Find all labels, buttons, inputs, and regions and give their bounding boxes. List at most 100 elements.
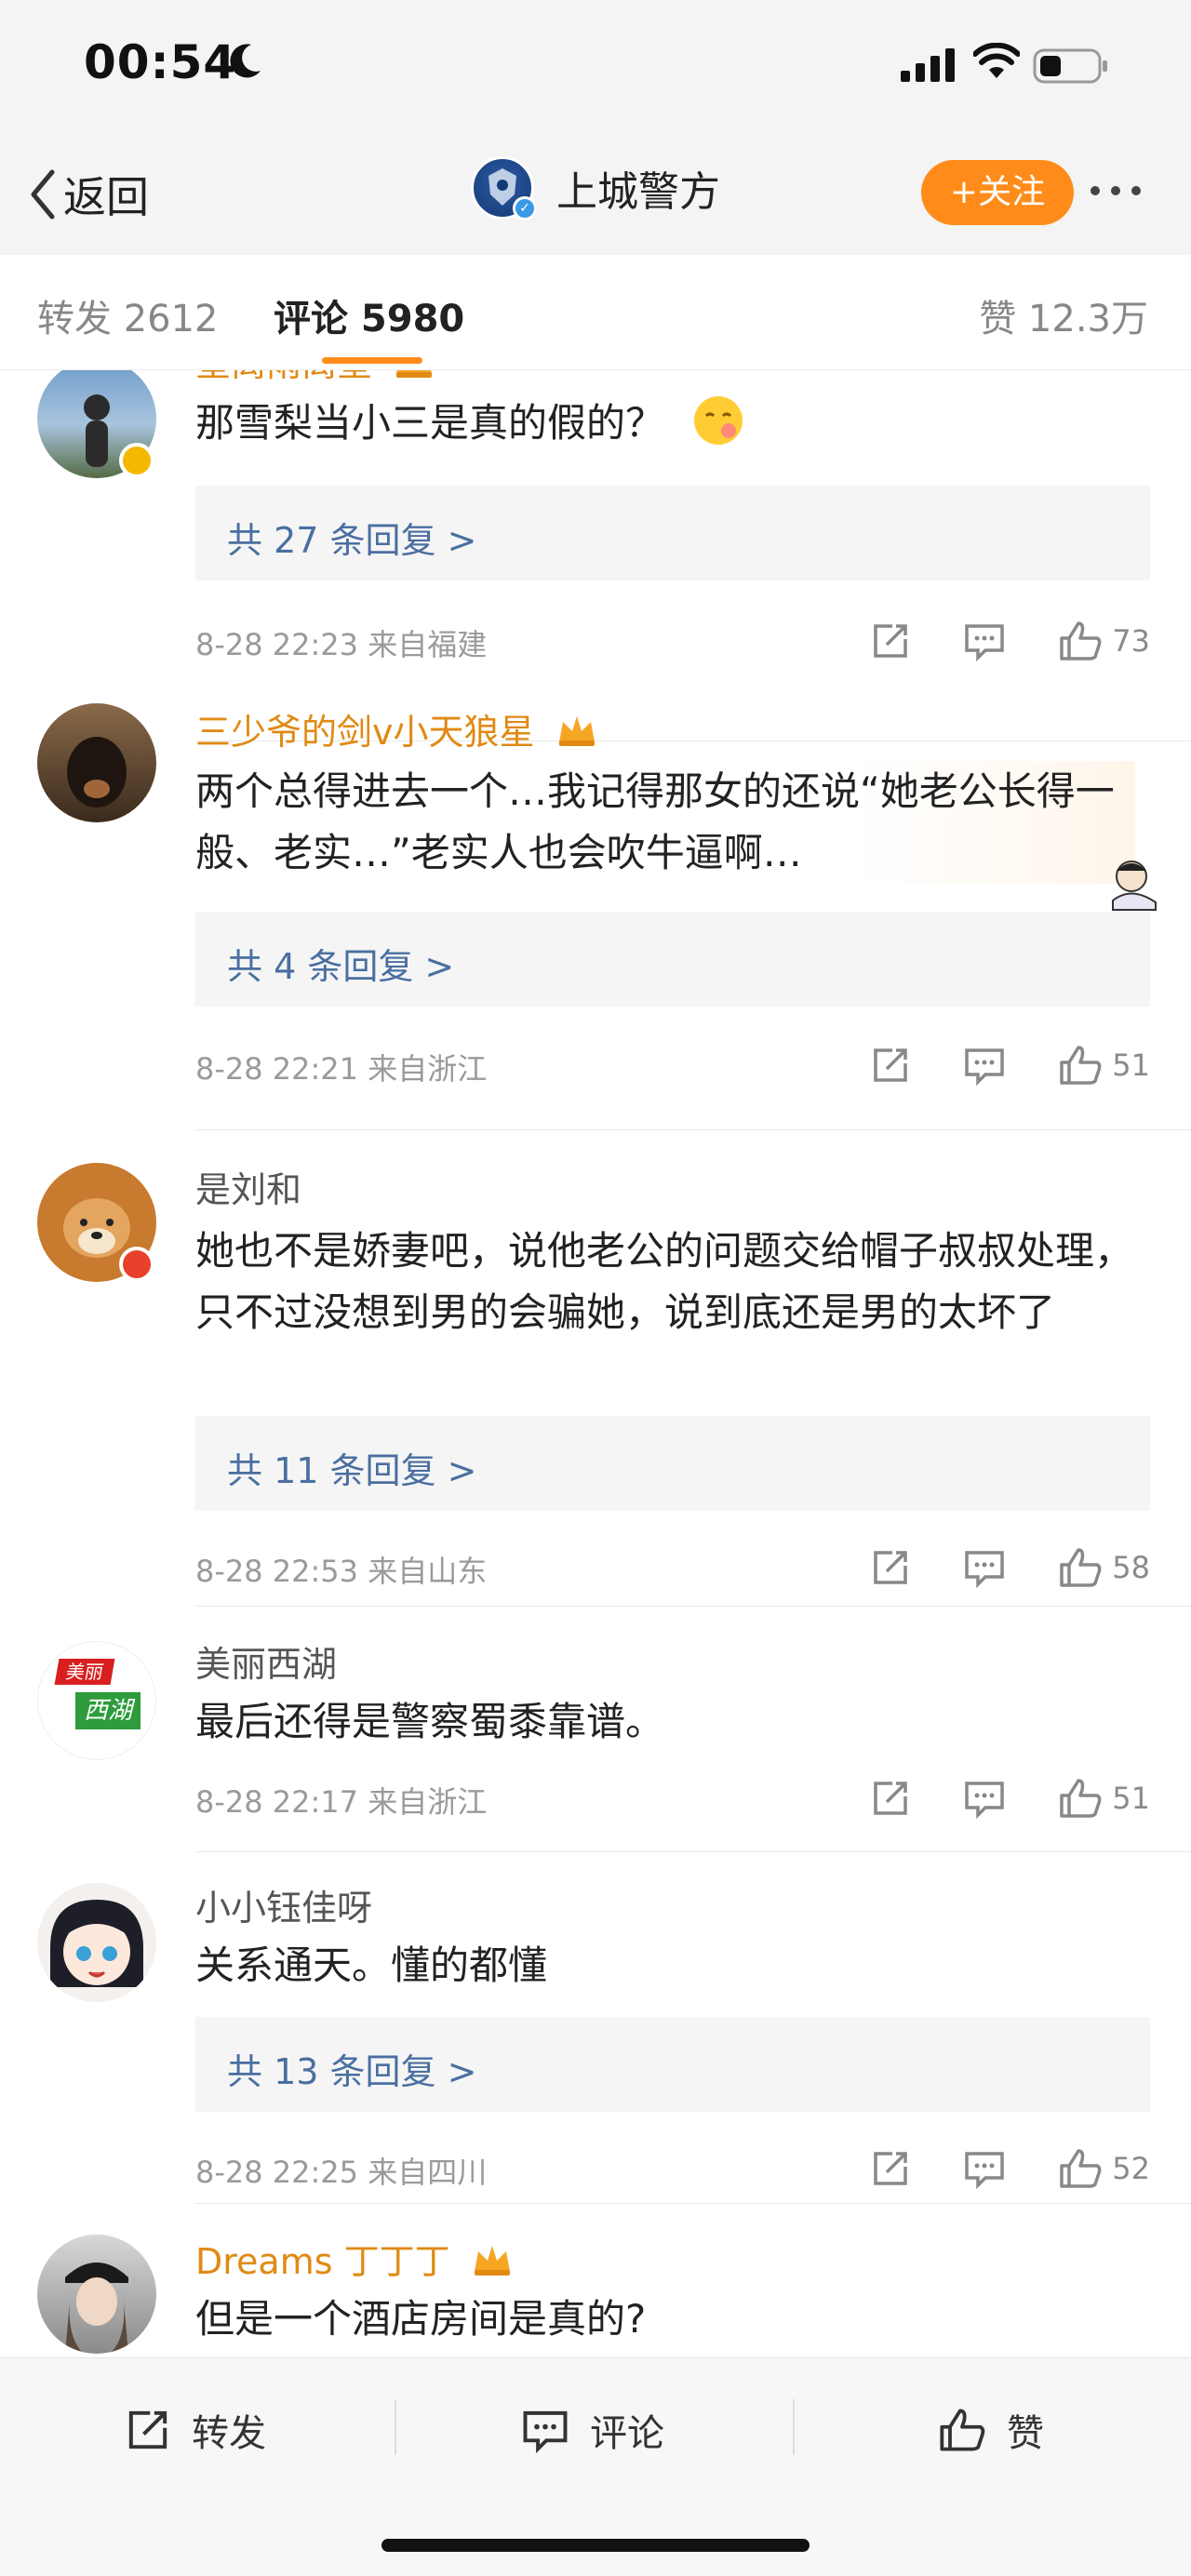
user-avatar[interactable]: 美丽 西湖: [37, 1641, 156, 1760]
back-button[interactable]: 返回: [28, 162, 149, 227]
username-text: 三少爷的剑v小天狼星: [195, 712, 535, 753]
repost-action-button[interactable]: 转发: [125, 2403, 266, 2457]
comment-actions: 51: [818, 1042, 1150, 1088]
username-text: Dreams 丁丁丁: [195, 2241, 450, 2282]
account-header[interactable]: ✓ 上城警方: [471, 156, 720, 220]
repost-icon: [874, 1551, 908, 1584]
repost-button[interactable]: [870, 1547, 911, 1588]
active-tab-indicator: [322, 357, 422, 364]
reply-summary-box[interactable]: 共 13 条回复 >: [195, 2017, 1150, 2112]
divider: [793, 2399, 795, 2455]
comment-item: 是刘和 她也不是娇妻吧，说他老公的问题交给帽子叔叔处理，只不过没想到男的会骗她，…: [0, 1131, 1191, 1607]
view-replies-link[interactable]: 共 13 条回复 >: [227, 2043, 476, 2094]
thumbs-up-icon: [1060, 621, 1102, 661]
comment-meta: 8-28 22:53 来自山东: [195, 1554, 488, 1589]
like-button[interactable]: 51: [1058, 1044, 1150, 1087]
comment-icon: [965, 2152, 1005, 2189]
view-replies-link[interactable]: 共 4 条回复 >: [227, 938, 454, 989]
comment-username[interactable]: Dreams 丁丁丁: [195, 2233, 514, 2284]
account-avatar[interactable]: ✓: [471, 156, 537, 220]
divider: [195, 1129, 1191, 1130]
comment-text: 最后还得是警察蜀黍靠谱。: [195, 1699, 665, 1744]
crown-icon: [396, 370, 433, 378]
repost-button[interactable]: [870, 2148, 911, 2189]
comment-text: 关系通天。懂的都懂: [195, 1942, 548, 1988]
home-indicator[interactable]: [381, 2539, 810, 2552]
comment-icon: [965, 1551, 1005, 1588]
comment-icon: [965, 1048, 1005, 1086]
repost-icon: [874, 1048, 908, 1082]
user-avatar[interactable]: [37, 2235, 156, 2354]
comment-actions: 52: [818, 2145, 1150, 2192]
bottom-action-bar: 转发 评论 赞: [0, 2357, 1191, 2576]
repost-button[interactable]: [870, 1778, 911, 1819]
comment-action-label: 评论: [590, 2412, 664, 2455]
divider: [195, 1606, 1191, 1607]
like-action-label: 赞: [1007, 2412, 1044, 2455]
comment-item: 小小钰佳呀 关系通天。懂的都懂 共 13 条回复 > 8-28 22:25 来自…: [0, 1853, 1191, 2204]
user-avatar[interactable]: [37, 1883, 156, 2002]
like-count: 73: [1112, 623, 1150, 659]
yummy-emoji-icon: [694, 396, 743, 445]
comment-button[interactable]: [963, 2148, 1006, 2189]
comment-text: 她也不是娇妻吧，说他老公的问题交给帽子叔叔处理，只不过没想到男的会骗她，说到底还…: [195, 1228, 1134, 1335]
tab-likes[interactable]: 赞 12.3万: [979, 288, 1148, 342]
comment-username[interactable]: 美丽西湖: [195, 1635, 337, 1687]
comment-button[interactable]: [963, 1045, 1006, 1086]
anime-girl-icon: [50, 1900, 143, 1987]
more-options-button[interactable]: [1091, 186, 1141, 195]
thumbs-up-icon: [1060, 1046, 1102, 1085]
comment-username[interactable]: 小小钰佳呀: [195, 1879, 372, 1930]
comment-meta: 8-28 22:17 来自浙江: [195, 1784, 488, 1820]
comment-username[interactable]: 是刘和: [195, 1161, 301, 1212]
repost-icon: [874, 2152, 908, 2185]
comment-button[interactable]: [963, 621, 1006, 661]
back-label: 返回: [63, 172, 149, 222]
crown-icon: [558, 716, 595, 746]
user-avatar[interactable]: [37, 703, 156, 822]
comment-text-content: 那雪梨当小三是真的假的？: [195, 400, 665, 446]
view-replies-link[interactable]: 共 11 条回复 >: [227, 1442, 476, 1493]
like-action-button[interactable]: 赞: [938, 2403, 1044, 2457]
chevron-left-icon: [31, 169, 55, 220]
comment-item: Dreams 丁丁丁 但是一个酒店房间是真的?: [0, 2205, 1191, 2357]
divider: [195, 2203, 1191, 2204]
view-replies-link[interactable]: 共 27 条回复 >: [227, 512, 476, 563]
wifi-icon: [973, 43, 1020, 78]
like-count: 51: [1112, 1781, 1150, 1816]
like-button[interactable]: 73: [1058, 620, 1150, 662]
cellular-signal-icon: [901, 48, 955, 82]
comment-text: 那雪梨当小三是真的假的？: [195, 393, 1135, 454]
comment-list[interactable]: 星离雨离星 那雪梨当小三是真的假的？ 共 27 条回复 > 8-28 22:23…: [0, 370, 1191, 2357]
reply-summary-box[interactable]: 共 27 条回复 >: [195, 486, 1150, 581]
comment-meta: 8-28 22:21 来自浙江: [195, 1051, 488, 1087]
repost-action-label: 转发: [192, 2412, 266, 2455]
comment-action-button[interactable]: 评论: [521, 2403, 664, 2457]
comment-meta: 8-28 22:25 来自四川: [195, 2155, 488, 2190]
repost-button[interactable]: [870, 1045, 911, 1086]
star-badge-icon: [119, 1247, 154, 1282]
cartoon-sticker-icon: [1112, 861, 1157, 911]
tab-comments[interactable]: 评论 5980: [274, 288, 464, 342]
thumbs-up-icon: [940, 2409, 985, 2451]
repost-button[interactable]: [870, 621, 911, 661]
like-button[interactable]: 58: [1058, 1546, 1150, 1589]
comment-item: 美丽 西湖 美丽西湖 最后还得是警察蜀黍靠谱。 8-28 22:17 来自浙江 …: [0, 1608, 1191, 1852]
reply-summary-box[interactable]: 共 11 条回复 >: [195, 1416, 1150, 1511]
comment-button[interactable]: [963, 1778, 1006, 1819]
repost-icon: [128, 2410, 167, 2449]
comment-button[interactable]: [963, 1547, 1006, 1588]
comment-username[interactable]: 三少爷的剑v小天狼星: [195, 703, 598, 754]
moon-icon: [230, 44, 261, 78]
comment-icon: [965, 1782, 1005, 1819]
dot-icon: [1091, 186, 1100, 195]
battery-icon: [1033, 48, 1107, 84]
comment-username[interactable]: 星离雨离星: [195, 370, 435, 386]
tab-reposts[interactable]: 转发 2612: [37, 288, 219, 342]
person-with-cap-icon: [65, 2262, 128, 2354]
like-button[interactable]: 52: [1058, 2147, 1150, 2190]
tab-bar: 转发 2612 评论 5980 赞 12.3万: [0, 255, 1191, 370]
like-button[interactable]: 51: [1058, 1777, 1150, 1820]
reply-summary-box[interactable]: 共 4 条回复 >: [195, 912, 1150, 1007]
follow-button[interactable]: +关注: [921, 160, 1074, 225]
